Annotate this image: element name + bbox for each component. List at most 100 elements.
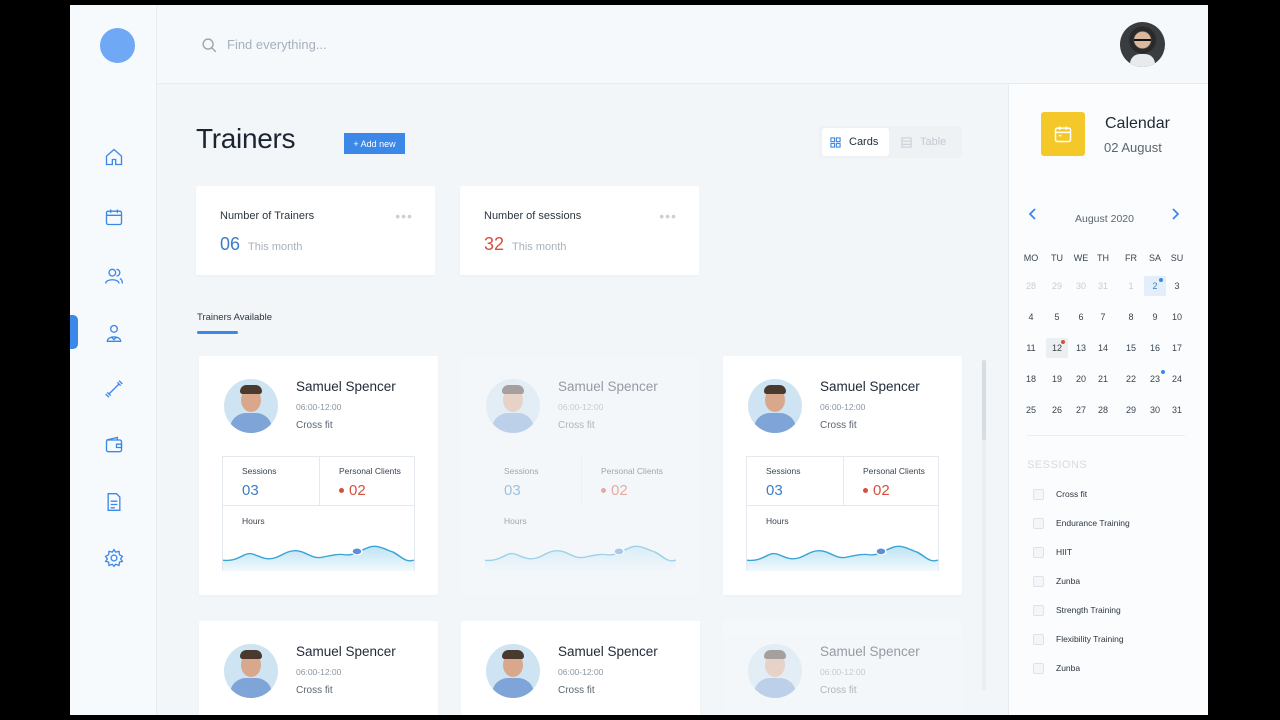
nav-calendar[interactable] — [70, 197, 157, 237]
sidebar — [70, 5, 157, 715]
trainer-card[interactable]: Samuel Spencer 06:00-12:00 Cross fit — [723, 621, 962, 715]
sparkline-marker[interactable] — [613, 547, 625, 556]
calendar-day[interactable]: 3 — [1166, 276, 1188, 296]
trainer-specialty: Cross fit — [296, 685, 333, 696]
calendar-day[interactable]: 31 — [1166, 400, 1188, 420]
calendar-day[interactable]: 18 — [1020, 369, 1042, 389]
session-checkbox[interactable] — [1033, 517, 1044, 529]
next-month-button[interactable] — [1170, 207, 1180, 223]
session-filter-item[interactable]: Cross fit — [1033, 487, 1087, 501]
clients-value: 02 — [611, 482, 628, 499]
divider — [1027, 435, 1185, 436]
calendar-day[interactable]: 27 — [1070, 400, 1092, 420]
calendar-day[interactable]: 10 — [1166, 307, 1188, 327]
nav-settings[interactable] — [70, 538, 157, 578]
calendar-day[interactable]: 16 — [1144, 338, 1166, 358]
nav-home[interactable] — [70, 137, 157, 177]
nav-workouts[interactable] — [70, 369, 157, 409]
calendar-day[interactable]: 25 — [1020, 400, 1042, 420]
avatar-hair — [764, 650, 786, 659]
weekday-label: TU — [1051, 253, 1063, 263]
nav-trainers[interactable] — [70, 313, 157, 353]
sparkline-marker[interactable] — [351, 547, 363, 556]
calendar-icon — [105, 209, 122, 226]
calendar-day[interactable]: 13 — [1070, 338, 1092, 358]
top-bar — [157, 5, 1208, 84]
calendar-day[interactable]: 5 — [1046, 307, 1068, 327]
avatar-body — [754, 678, 796, 698]
event-dot — [1159, 278, 1163, 282]
app-logo[interactable] — [100, 28, 135, 63]
calendar-panel: Calendar 02 August August 2020 MO TU WE TH F… — [1008, 84, 1208, 715]
calendar-day[interactable]: 29 — [1046, 276, 1068, 296]
session-checkbox[interactable] — [1033, 633, 1044, 645]
stat-subtext: This month — [248, 241, 303, 253]
divider — [319, 457, 320, 505]
calendar-day[interactable]: 19 — [1046, 369, 1068, 389]
calendar-day[interactable]: 28 — [1092, 400, 1114, 420]
trainer-card[interactable]: Samuel Spencer 06:00-12:00 Cross fit — [461, 621, 700, 715]
session-checkbox[interactable] — [1033, 604, 1044, 616]
calendar-day[interactable]: 14 — [1092, 338, 1114, 358]
calendar-day[interactable]: 17 — [1166, 338, 1188, 358]
session-filter-item[interactable]: Zunba — [1033, 661, 1080, 675]
calendar-day[interactable]: 8 — [1120, 307, 1142, 327]
trainer-card[interactable]: Samuel Spencer 06:00-12:00 Cross fit — [199, 621, 438, 715]
calendar-day[interactable]: 21 — [1092, 369, 1114, 389]
trainer-specialty: Cross fit — [296, 420, 333, 431]
calendar-day[interactable]: 7 — [1092, 307, 1114, 327]
trainer-card[interactable]: Samuel Spencer 06:00-12:00 Cross fit Sessio… — [199, 356, 438, 595]
calendar-day[interactable]: 1 — [1120, 276, 1142, 296]
calendar-day[interactable]: 24 — [1166, 369, 1188, 389]
trainer-specialty: Cross fit — [820, 685, 857, 696]
session-filter-item[interactable]: HIIT — [1033, 545, 1072, 559]
weekday-label: FR — [1125, 253, 1137, 263]
stat-value: 06 — [220, 234, 241, 254]
session-label: Flexibility Training — [1056, 634, 1124, 644]
trainer-card[interactable]: Samuel Spencer 06:00-12:00 Cross fit Sessio… — [461, 356, 700, 595]
calendar-day[interactable]: 6 — [1070, 307, 1092, 327]
session-checkbox[interactable] — [1033, 546, 1044, 558]
calendar-day[interactable]: 30 — [1144, 400, 1166, 420]
calendar-day[interactable]: 26 — [1046, 400, 1068, 420]
session-checkbox[interactable] — [1033, 488, 1044, 500]
session-filter-item[interactable]: Strength Training — [1033, 603, 1121, 617]
avatar-body — [492, 678, 534, 698]
session-filter-item[interactable]: Endurance Training — [1033, 516, 1130, 530]
calendar-day[interactable]: 15 — [1120, 338, 1142, 358]
add-new-button[interactable]: + Add new — [344, 133, 405, 154]
calendar-day[interactable]: 29 — [1120, 400, 1142, 420]
nav-payments[interactable] — [70, 425, 157, 465]
calendar-day[interactable]: 31 — [1092, 276, 1114, 296]
session-checkbox[interactable] — [1033, 575, 1044, 587]
calendar-day[interactable]: 4 — [1020, 307, 1042, 327]
chevron-left-icon — [1028, 208, 1036, 220]
session-filter-item[interactable]: Zunba — [1033, 574, 1080, 588]
session-checkbox[interactable] — [1033, 662, 1044, 674]
calendar-day[interactable]: 11 — [1020, 338, 1042, 358]
view-table-button[interactable]: Table — [897, 128, 957, 156]
nav-documents[interactable] — [70, 482, 157, 522]
avatar-hair — [240, 385, 262, 394]
trainer-hours: 06:00-12:00 — [296, 667, 342, 677]
sparkline-marker[interactable] — [875, 547, 887, 556]
prev-month-button[interactable] — [1028, 207, 1038, 223]
scrollbar-thumb[interactable] — [982, 360, 986, 440]
view-cards-button[interactable]: Cards — [822, 128, 889, 156]
user-avatar[interactable] — [1120, 22, 1165, 67]
search-icon — [202, 38, 217, 53]
session-filter-item[interactable]: Flexibility Training — [1033, 632, 1124, 646]
trainer-specialty: Cross fit — [820, 420, 857, 431]
calendar-day[interactable]: 28 — [1020, 276, 1042, 296]
nav-users[interactable] — [70, 256, 157, 296]
grid-icon — [830, 136, 841, 148]
calendar-day[interactable]: 9 — [1144, 307, 1166, 327]
calendar-day[interactable]: 30 — [1070, 276, 1092, 296]
settings-icon — [104, 548, 123, 568]
calendar-day[interactable]: 22 — [1120, 369, 1142, 389]
calendar-day[interactable]: 20 — [1070, 369, 1092, 389]
search-input[interactable] — [227, 33, 647, 55]
trainer-card[interactable]: Samuel Spencer 06:00-12:00 Cross fit Sessio… — [723, 356, 962, 595]
view-cards-label: Cards — [849, 136, 879, 148]
sessions-heading: SESSIONS — [1027, 459, 1088, 471]
